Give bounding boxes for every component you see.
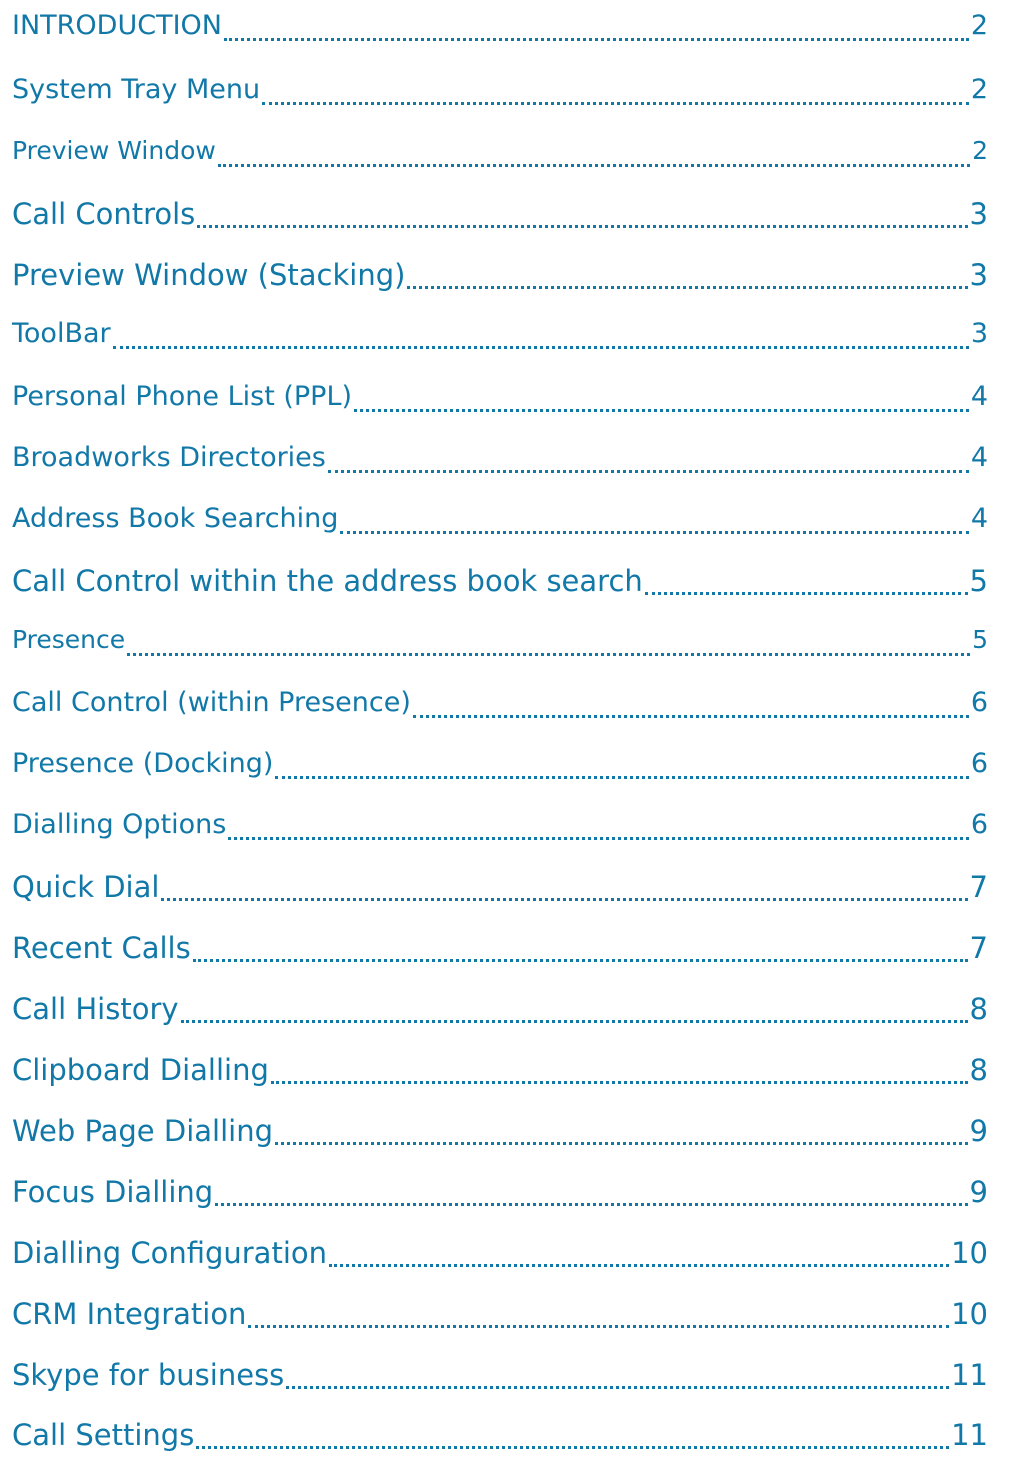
toc-entry-page: 11 [951, 1358, 988, 1392]
toc-entry-quick-dial[interactable]: Quick Dial 7 [12, 870, 992, 910]
toc-entry-title: Web Page Dialling [12, 1114, 273, 1148]
toc-dot-leader [329, 1264, 950, 1267]
toc-entry-title: Broadworks Directories [12, 442, 326, 473]
toc-dot-leader [262, 102, 969, 105]
toc-entry-title: Preview Window (Stacking) [12, 258, 406, 292]
toc-entry-title: Skype for business [12, 1358, 285, 1392]
toc-entry-title: ToolBar [12, 318, 111, 349]
toc-entry-page: 10 [951, 1236, 988, 1270]
toc-entry-page: 4 [970, 381, 988, 412]
toc-dot-leader [192, 959, 968, 962]
toc-entry-clipboard-dialling[interactable]: Clipboard Dialling 8 [12, 1053, 992, 1093]
toc-entry-title: Clipboard Dialling [12, 1053, 269, 1087]
toc-entry-page: 3 [969, 197, 988, 231]
toc-dot-leader [275, 1142, 968, 1145]
toc-entry-page: 2 [970, 74, 988, 105]
toc-entry-title: Call Settings [12, 1418, 195, 1452]
toc-entry-title: INTRODUCTION [12, 10, 222, 41]
toc-entry-personal-phone-list[interactable]: Personal Phone List (PPL) 4 [12, 381, 992, 421]
toc-dot-leader [327, 470, 969, 473]
toc-entry-page: 5 [969, 564, 988, 598]
toc-dot-leader [217, 164, 971, 167]
toc-dot-leader [180, 1020, 968, 1023]
toc-entry-title: Personal Phone List (PPL) [12, 381, 353, 412]
toc-dot-leader [407, 286, 968, 289]
toc-dot-leader [196, 1446, 950, 1449]
toc-entry-title: Address Book Searching [12, 503, 339, 534]
toc-entry-page: 7 [969, 870, 988, 904]
toc-entry-title: Call Control within the address book sea… [12, 564, 643, 598]
toc-entry-page: 9 [969, 1114, 988, 1148]
toc-entry-call-control-presence[interactable]: Call Control (within Presence) 6 [12, 687, 992, 727]
toc-entry-introduction[interactable]: INTRODUCTION 2 [12, 10, 992, 50]
toc-entry-web-page-dialling[interactable]: Web Page Dialling 9 [12, 1114, 992, 1154]
toc-entry-call-control-address-book[interactable]: Call Control within the address book sea… [12, 564, 992, 604]
toc-entry-broadworks-directories[interactable]: Broadworks Directories 4 [12, 442, 992, 482]
toc-entry-call-history[interactable]: Call History 8 [12, 992, 992, 1032]
toc-entry-title: Recent Calls [12, 931, 191, 965]
toc-entry-title: Dialling Options [12, 809, 227, 840]
toc-entry-title: Dialling Configuration [12, 1236, 328, 1270]
toc-dot-leader [127, 653, 971, 656]
toc-dot-leader [286, 1386, 950, 1389]
toc-dot-leader [340, 531, 969, 534]
toc-dot-leader [275, 776, 969, 779]
toc-page: { "toc": [ {"title": "INTRODUCTION", "pa… [0, 0, 1010, 1458]
toc-entry-preview-window-stacking[interactable]: Preview Window (Stacking) 3 [12, 258, 992, 298]
toc-entry-page: 7 [969, 931, 988, 965]
toc-entry-focus-dialling[interactable]: Focus Dialling 9 [12, 1175, 992, 1215]
toc-entry-page: 6 [970, 748, 988, 779]
toc-entry-title: CRM Integration [12, 1297, 247, 1331]
toc-entry-title: Presence (Docking) [12, 748, 274, 779]
toc-entry-call-settings[interactable]: Call Settings 11 [12, 1418, 992, 1458]
toc-dot-leader [197, 225, 968, 228]
toc-entry-page: 6 [970, 809, 988, 840]
toc-entry-page: 8 [969, 992, 988, 1026]
toc-entry-toolbar[interactable]: ToolBar 3 [12, 318, 992, 358]
toc-entry-call-controls[interactable]: Call Controls 3 [12, 197, 992, 237]
toc-entry-crm-integration[interactable]: CRM Integration 10 [12, 1297, 992, 1337]
toc-dot-leader [161, 898, 968, 901]
toc-entry-dialling-options[interactable]: Dialling Options 6 [12, 809, 992, 849]
toc-entry-title: Presence [12, 625, 126, 654]
toc-dot-leader [354, 409, 969, 412]
toc-dot-leader [228, 837, 969, 840]
toc-dot-leader [223, 38, 969, 41]
toc-entry-title: Call Controls [12, 197, 196, 231]
toc-entry-skype-for-business[interactable]: Skype for business 11 [12, 1358, 992, 1398]
toc-entry-dialling-configuration[interactable]: Dialling Configuration 10 [12, 1236, 992, 1276]
toc-entry-title: System Tray Menu [12, 74, 261, 105]
toc-dot-leader [270, 1081, 968, 1084]
toc-entry-page: 11 [951, 1418, 988, 1452]
toc-entry-page: 8 [969, 1053, 988, 1087]
toc-entry-title: Quick Dial [12, 870, 160, 904]
toc-entry-title: Call History [12, 992, 179, 1026]
toc-entry-title: Preview Window [12, 136, 216, 165]
toc-entry-presence[interactable]: Presence 5 [12, 625, 992, 665]
toc-entry-recent-calls[interactable]: Recent Calls 7 [12, 931, 992, 971]
toc-entry-page: 2 [972, 136, 988, 165]
toc-entry-page: 4 [970, 503, 988, 534]
toc-dot-leader [215, 1203, 968, 1206]
toc-dot-leader [112, 346, 969, 349]
toc-entry-page: 2 [970, 10, 988, 41]
toc-entry-title: Call Control (within Presence) [12, 687, 411, 718]
toc-dot-leader [644, 592, 968, 595]
toc-entry-address-book-searching[interactable]: Address Book Searching 4 [12, 503, 992, 543]
toc-entry-page: 3 [969, 258, 988, 292]
toc-entry-page: 5 [972, 625, 988, 654]
toc-entry-presence-docking[interactable]: Presence (Docking) 6 [12, 748, 992, 788]
toc-entry-system-tray-menu[interactable]: System Tray Menu 2 [12, 74, 992, 114]
toc-entry-page: 6 [970, 687, 988, 718]
toc-entry-page: 4 [970, 442, 988, 473]
toc-entry-page: 3 [970, 318, 988, 349]
toc-entry-page: 9 [969, 1175, 988, 1209]
toc-dot-leader [248, 1325, 950, 1328]
toc-dot-leader [412, 715, 969, 718]
toc-entry-preview-window[interactable]: Preview Window 2 [12, 136, 992, 176]
toc-entry-title: Focus Dialling [12, 1175, 214, 1209]
toc-entry-page: 10 [951, 1297, 988, 1331]
